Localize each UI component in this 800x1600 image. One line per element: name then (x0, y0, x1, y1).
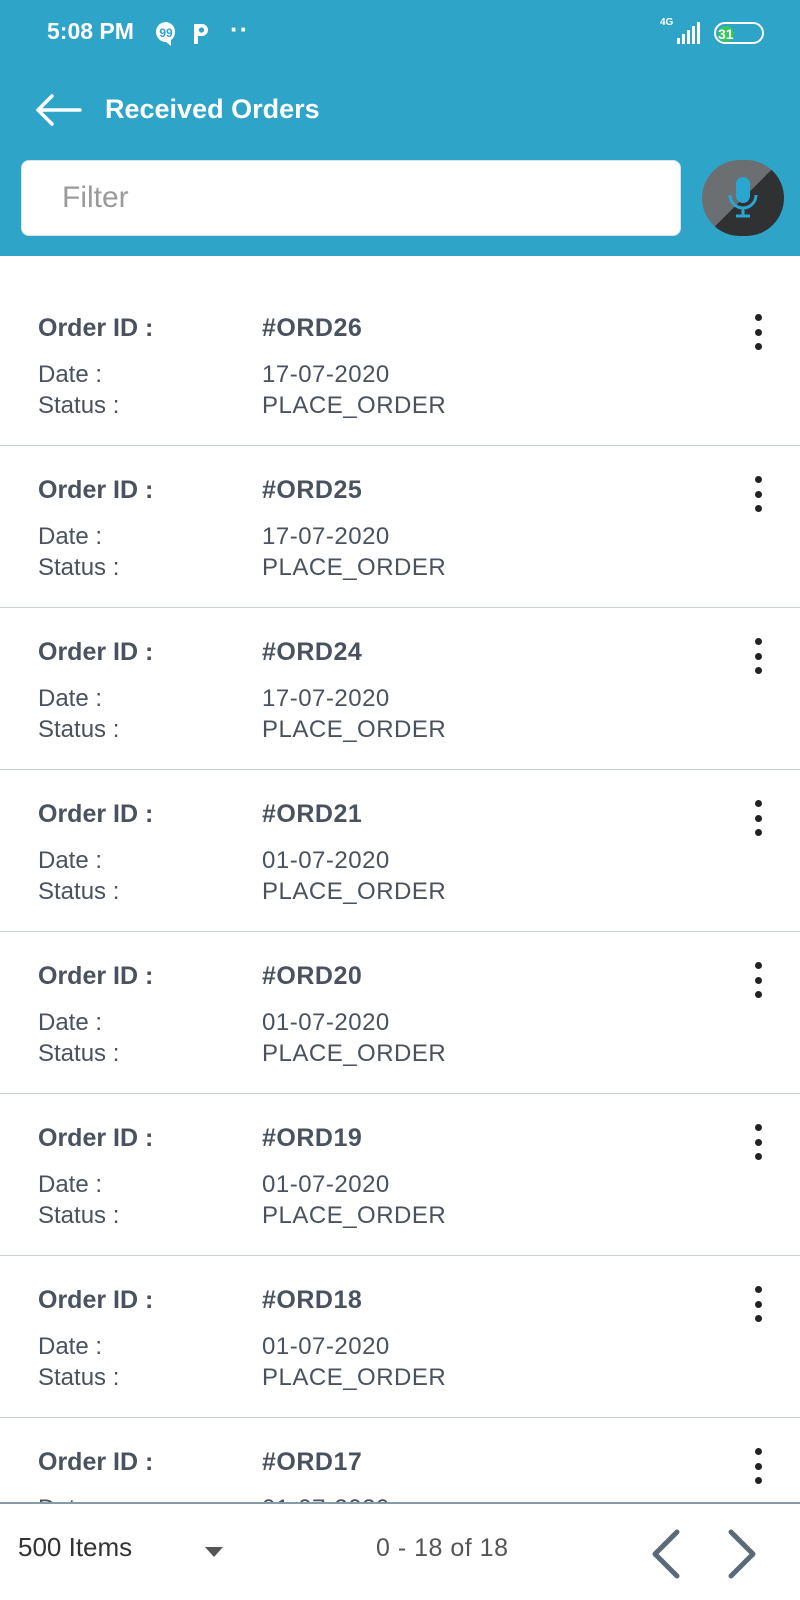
range-label: 0 - 18 of 18 (376, 1534, 509, 1562)
more-options-button[interactable] (740, 1446, 776, 1486)
order-id-label: Order ID : (38, 476, 154, 504)
more-vert-icon (754, 962, 762, 969)
status-label: Status : (38, 1040, 120, 1067)
page-size-dropdown[interactable] (196, 1540, 232, 1564)
date-value: 01-07-2020 (262, 1495, 390, 1502)
status-value: PLACE_ORDER (262, 1364, 447, 1391)
signal-icon (676, 22, 704, 44)
date-label: Date : (38, 523, 103, 550)
arrow-left-icon (36, 94, 82, 126)
date-label: Date : (38, 1009, 103, 1036)
more-options-button[interactable] (740, 312, 776, 352)
status-value: PLACE_ORDER (262, 1040, 447, 1067)
order-id-label: Order ID : (38, 962, 154, 990)
chevron-right-icon (728, 1529, 756, 1579)
next-page-button[interactable] (718, 1526, 768, 1582)
page-title: Received Orders (105, 94, 320, 124)
filter-input[interactable] (22, 161, 680, 235)
battery-level: 31 (718, 26, 734, 42)
more-options-button[interactable] (740, 1284, 776, 1324)
app-bar: 5:08 PM 99 ·· 4G 31 Received Orders (0, 0, 800, 256)
date-value: 17-07-2020 (262, 685, 390, 712)
order-id-value: #ORD26 (262, 314, 363, 342)
date-value: 01-07-2020 (262, 1009, 390, 1036)
order-card[interactable]: Order ID : #ORD25 Date : 17-07-2020 Status :… (0, 446, 800, 608)
microphone-icon (728, 177, 758, 218)
more-vert-icon (754, 1286, 762, 1293)
network-type: 4G (660, 17, 674, 28)
order-card[interactable]: Order ID : #ORD18 Date : 01-07-2020 Status :… (0, 1256, 800, 1418)
order-card[interactable]: Order ID : #ORD24 Date : 17-07-2020 Status :… (0, 608, 800, 770)
date-label: Date : (38, 1333, 103, 1360)
chat-bubble-icon: 99 (153, 20, 179, 46)
date-value: 01-07-2020 (262, 1171, 390, 1198)
order-id-value: #ORD17 (262, 1448, 363, 1476)
date-value: 01-07-2020 (262, 847, 390, 874)
more-vert-icon (754, 1448, 762, 1455)
status-value: PLACE_ORDER (262, 878, 447, 905)
status-label: Status : (38, 1364, 120, 1391)
status-value: PLACE_ORDER (262, 392, 447, 419)
filter-field[interactable] (21, 160, 681, 236)
status-value: PLACE_ORDER (262, 554, 447, 581)
page-size-label: 500 Items (18, 1532, 133, 1562)
order-card[interactable]: Order ID : #ORD26 Date : 17-07-2020 Status :… (0, 284, 800, 446)
status-time: 5:08 PM (47, 18, 134, 44)
date-label: Date : (38, 361, 103, 388)
status-label: Status : (38, 1202, 120, 1229)
date-label: Date : (38, 1495, 102, 1502)
order-card[interactable]: Order ID : #ORD19 Date : 01-07-2020 Status :… (0, 1094, 800, 1256)
more-options-button[interactable] (740, 474, 776, 514)
date-value: 01-07-2020 (262, 1333, 390, 1360)
more-vert-icon (754, 314, 762, 321)
more-options-button[interactable] (740, 798, 776, 838)
paytm-p-icon (188, 20, 214, 46)
more-vert-icon (754, 1124, 762, 1131)
date-label: Date : (38, 847, 103, 874)
order-list: Order ID : #ORD26 Date : 17-07-2020 Status :… (0, 284, 800, 1502)
more-vert-icon (754, 638, 762, 645)
order-id-label: Order ID : (38, 1286, 154, 1314)
status-bar: 5:08 PM 99 ·· 4G 31 (0, 0, 800, 64)
order-id-label: Order ID : (38, 800, 154, 828)
status-label: Status : (38, 878, 120, 905)
caret-down-icon (205, 1547, 223, 1557)
order-card[interactable]: Order ID :#ORD17Date :01-07-2020Status :… (0, 1418, 800, 1502)
more-vert-icon (754, 800, 762, 807)
status-value: PLACE_ORDER (262, 716, 447, 743)
date-label: Date : (38, 685, 103, 712)
more-vert-icon (754, 476, 762, 483)
previous-page-button[interactable] (640, 1526, 690, 1582)
more-options-button[interactable] (740, 636, 776, 676)
paginator: 500 Items 0 - 18 of 18 (0, 1502, 800, 1600)
battery-icon: 31 (714, 22, 764, 44)
date-value: 17-07-2020 (262, 361, 390, 388)
order-id-value: #ORD19 (262, 1124, 363, 1152)
order-id-value: #ORD21 (262, 800, 363, 828)
status-label: Status : (38, 716, 120, 743)
back-button[interactable] (30, 86, 86, 134)
date-value: 17-07-2020 (262, 523, 390, 550)
order-id-value: #ORD20 (262, 962, 363, 990)
voice-search-button[interactable] (702, 160, 784, 236)
status-value: PLACE_ORDER (262, 1202, 447, 1229)
order-id-label: Order ID : (38, 314, 154, 342)
order-card[interactable]: Order ID : #ORD20 Date : 01-07-2020 Status :… (0, 932, 800, 1094)
more-options-button[interactable] (740, 1122, 776, 1162)
order-id-value: #ORD18 (262, 1286, 363, 1314)
order-id-value: #ORD24 (262, 638, 363, 666)
order-id-label: Order ID : (38, 1448, 154, 1476)
date-label: Date : (38, 1171, 103, 1198)
order-id-label: Order ID : (38, 638, 154, 666)
order-id-label: Order ID : (38, 1124, 154, 1152)
more-options-button[interactable] (740, 960, 776, 1000)
order-card[interactable]: Order ID : #ORD21 Date : 01-07-2020 Status :… (0, 770, 800, 932)
more-dots-icon: ·· (230, 14, 250, 44)
chevron-left-icon (652, 1529, 680, 1579)
order-id-value: #ORD25 (262, 476, 363, 504)
status-label: Status : (38, 392, 120, 419)
svg-text:99: 99 (159, 26, 173, 40)
status-label: Status : (38, 554, 120, 581)
